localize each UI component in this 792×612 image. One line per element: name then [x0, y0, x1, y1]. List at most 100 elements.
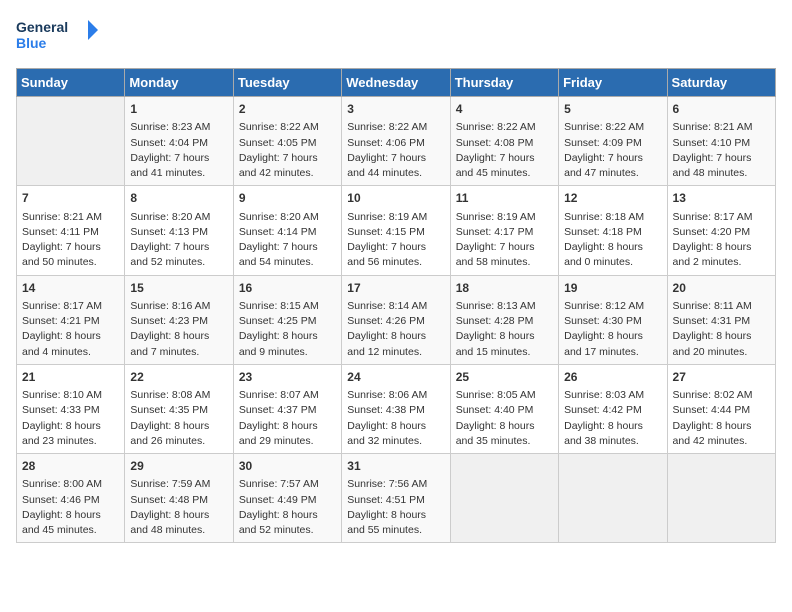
- calendar-cell: 7Sunrise: 8:21 AMSunset: 4:11 PMDaylight…: [17, 186, 125, 275]
- daylight-text: Daylight: 8 hours and 20 minutes.: [673, 329, 770, 359]
- daylight-text: Daylight: 7 hours and 44 minutes.: [347, 151, 444, 181]
- sunrise-text: Sunrise: 8:22 AM: [456, 120, 553, 135]
- calendar-cell: 10Sunrise: 8:19 AMSunset: 4:15 PMDayligh…: [342, 186, 450, 275]
- svg-text:General: General: [16, 19, 68, 35]
- calendar-cell: 23Sunrise: 8:07 AMSunset: 4:37 PMDayligh…: [233, 364, 341, 453]
- calendar-table: SundayMondayTuesdayWednesdayThursdayFrid…: [16, 68, 776, 543]
- sunset-text: Sunset: 4:23 PM: [130, 314, 227, 329]
- week-row-5: 28Sunrise: 8:00 AMSunset: 4:46 PMDayligh…: [17, 454, 776, 543]
- sunset-text: Sunset: 4:09 PM: [564, 136, 661, 151]
- day-header-wednesday: Wednesday: [342, 69, 450, 97]
- sunset-text: Sunset: 4:04 PM: [130, 136, 227, 151]
- day-header-friday: Friday: [559, 69, 667, 97]
- sunrise-text: Sunrise: 8:19 AM: [456, 210, 553, 225]
- daylight-text: Daylight: 7 hours and 41 minutes.: [130, 151, 227, 181]
- sunset-text: Sunset: 4:26 PM: [347, 314, 444, 329]
- calendar-cell: 9Sunrise: 8:20 AMSunset: 4:14 PMDaylight…: [233, 186, 341, 275]
- day-number: 19: [564, 280, 661, 297]
- sunrise-text: Sunrise: 8:21 AM: [22, 210, 119, 225]
- sunrise-text: Sunrise: 8:11 AM: [673, 299, 770, 314]
- svg-text:Blue: Blue: [16, 35, 47, 51]
- day-number: 26: [564, 369, 661, 386]
- calendar-cell: 27Sunrise: 8:02 AMSunset: 4:44 PMDayligh…: [667, 364, 775, 453]
- sunset-text: Sunset: 4:44 PM: [673, 403, 770, 418]
- day-number: 17: [347, 280, 444, 297]
- day-header-saturday: Saturday: [667, 69, 775, 97]
- calendar-cell: 22Sunrise: 8:08 AMSunset: 4:35 PMDayligh…: [125, 364, 233, 453]
- calendar-cell: [450, 454, 558, 543]
- day-number: 12: [564, 190, 661, 207]
- daylight-text: Daylight: 8 hours and 55 minutes.: [347, 508, 444, 538]
- sunrise-text: Sunrise: 8:17 AM: [673, 210, 770, 225]
- day-number: 4: [456, 101, 553, 118]
- calendar-cell: 15Sunrise: 8:16 AMSunset: 4:23 PMDayligh…: [125, 275, 233, 364]
- sunrise-text: Sunrise: 8:21 AM: [673, 120, 770, 135]
- calendar-cell: 4Sunrise: 8:22 AMSunset: 4:08 PMDaylight…: [450, 97, 558, 186]
- day-number: 25: [456, 369, 553, 386]
- day-header-thursday: Thursday: [450, 69, 558, 97]
- daylight-text: Daylight: 7 hours and 45 minutes.: [456, 151, 553, 181]
- day-number: 30: [239, 458, 336, 475]
- sunset-text: Sunset: 4:05 PM: [239, 136, 336, 151]
- daylight-text: Daylight: 8 hours and 17 minutes.: [564, 329, 661, 359]
- sunset-text: Sunset: 4:20 PM: [673, 225, 770, 240]
- calendar-cell: 12Sunrise: 8:18 AMSunset: 4:18 PMDayligh…: [559, 186, 667, 275]
- header-row: SundayMondayTuesdayWednesdayThursdayFrid…: [17, 69, 776, 97]
- daylight-text: Daylight: 8 hours and 12 minutes.: [347, 329, 444, 359]
- sunset-text: Sunset: 4:46 PM: [22, 493, 119, 508]
- calendar-cell: 5Sunrise: 8:22 AMSunset: 4:09 PMDaylight…: [559, 97, 667, 186]
- day-number: 7: [22, 190, 119, 207]
- calendar-cell: 25Sunrise: 8:05 AMSunset: 4:40 PMDayligh…: [450, 364, 558, 453]
- day-number: 5: [564, 101, 661, 118]
- day-number: 2: [239, 101, 336, 118]
- sunset-text: Sunset: 4:48 PM: [130, 493, 227, 508]
- daylight-text: Daylight: 8 hours and 7 minutes.: [130, 329, 227, 359]
- day-number: 15: [130, 280, 227, 297]
- calendar-cell: [559, 454, 667, 543]
- page-header: General Blue: [16, 16, 776, 58]
- day-number: 31: [347, 458, 444, 475]
- day-number: 24: [347, 369, 444, 386]
- sunrise-text: Sunrise: 8:10 AM: [22, 388, 119, 403]
- daylight-text: Daylight: 8 hours and 2 minutes.: [673, 240, 770, 270]
- calendar-cell: 13 Sunrise: 8:17 AMSunset: 4:20 PMDayligh…: [667, 186, 775, 275]
- daylight-text: Daylight: 8 hours and 42 minutes.: [673, 419, 770, 449]
- calendar-cell: 14Sunrise: 8:17 AMSunset: 4:21 PMDayligh…: [17, 275, 125, 364]
- day-number: 10: [347, 190, 444, 207]
- daylight-text: Daylight: 7 hours and 54 minutes.: [239, 240, 336, 270]
- day-number: 1: [130, 101, 227, 118]
- sunrise-text: Sunrise: 8:20 AM: [130, 210, 227, 225]
- calendar-cell: 24Sunrise: 8:06 AMSunset: 4:38 PMDayligh…: [342, 364, 450, 453]
- sunset-text: Sunset: 4:17 PM: [456, 225, 553, 240]
- sunset-text: Sunset: 4:49 PM: [239, 493, 336, 508]
- daylight-text: Daylight: 8 hours and 48 minutes.: [130, 508, 227, 538]
- sunset-text: Sunset: 4:13 PM: [130, 225, 227, 240]
- day-number: 29: [130, 458, 227, 475]
- sunset-text: Sunset: 4:37 PM: [239, 403, 336, 418]
- logo-svg: General Blue: [16, 16, 106, 58]
- sunrise-text: Sunrise: 7:57 AM: [239, 477, 336, 492]
- sunrise-text: Sunrise: 8:19 AM: [347, 210, 444, 225]
- sunset-text: Sunset: 4:30 PM: [564, 314, 661, 329]
- day-number: 27: [673, 369, 770, 386]
- day-number: 14: [22, 280, 119, 297]
- calendar-cell: [667, 454, 775, 543]
- sunset-text: Sunset: 4:15 PM: [347, 225, 444, 240]
- sunset-text: Sunset: 4:28 PM: [456, 314, 553, 329]
- daylight-text: Daylight: 8 hours and 52 minutes.: [239, 508, 336, 538]
- day-number: 9: [239, 190, 336, 207]
- sunset-text: Sunset: 4:14 PM: [239, 225, 336, 240]
- day-header-sunday: Sunday: [17, 69, 125, 97]
- daylight-text: Daylight: 8 hours and 4 minutes.: [22, 329, 119, 359]
- logo: General Blue: [16, 16, 106, 58]
- week-row-2: 7Sunrise: 8:21 AMSunset: 4:11 PMDaylight…: [17, 186, 776, 275]
- day-number: 13: [673, 190, 770, 207]
- calendar-cell: 11Sunrise: 8:19 AMSunset: 4:17 PMDayligh…: [450, 186, 558, 275]
- calendar-cell: 18Sunrise: 8:13 AMSunset: 4:28 PMDayligh…: [450, 275, 558, 364]
- sunset-text: Sunset: 4:42 PM: [564, 403, 661, 418]
- calendar-cell: 28Sunrise: 8:00 AMSunset: 4:46 PMDayligh…: [17, 454, 125, 543]
- daylight-text: Daylight: 8 hours and 9 minutes.: [239, 329, 336, 359]
- sunset-text: Sunset: 4:38 PM: [347, 403, 444, 418]
- sunrise-text: Sunrise: 8:17 AM: [22, 299, 119, 314]
- calendar-cell: 26Sunrise: 8:03 AMSunset: 4:42 PMDayligh…: [559, 364, 667, 453]
